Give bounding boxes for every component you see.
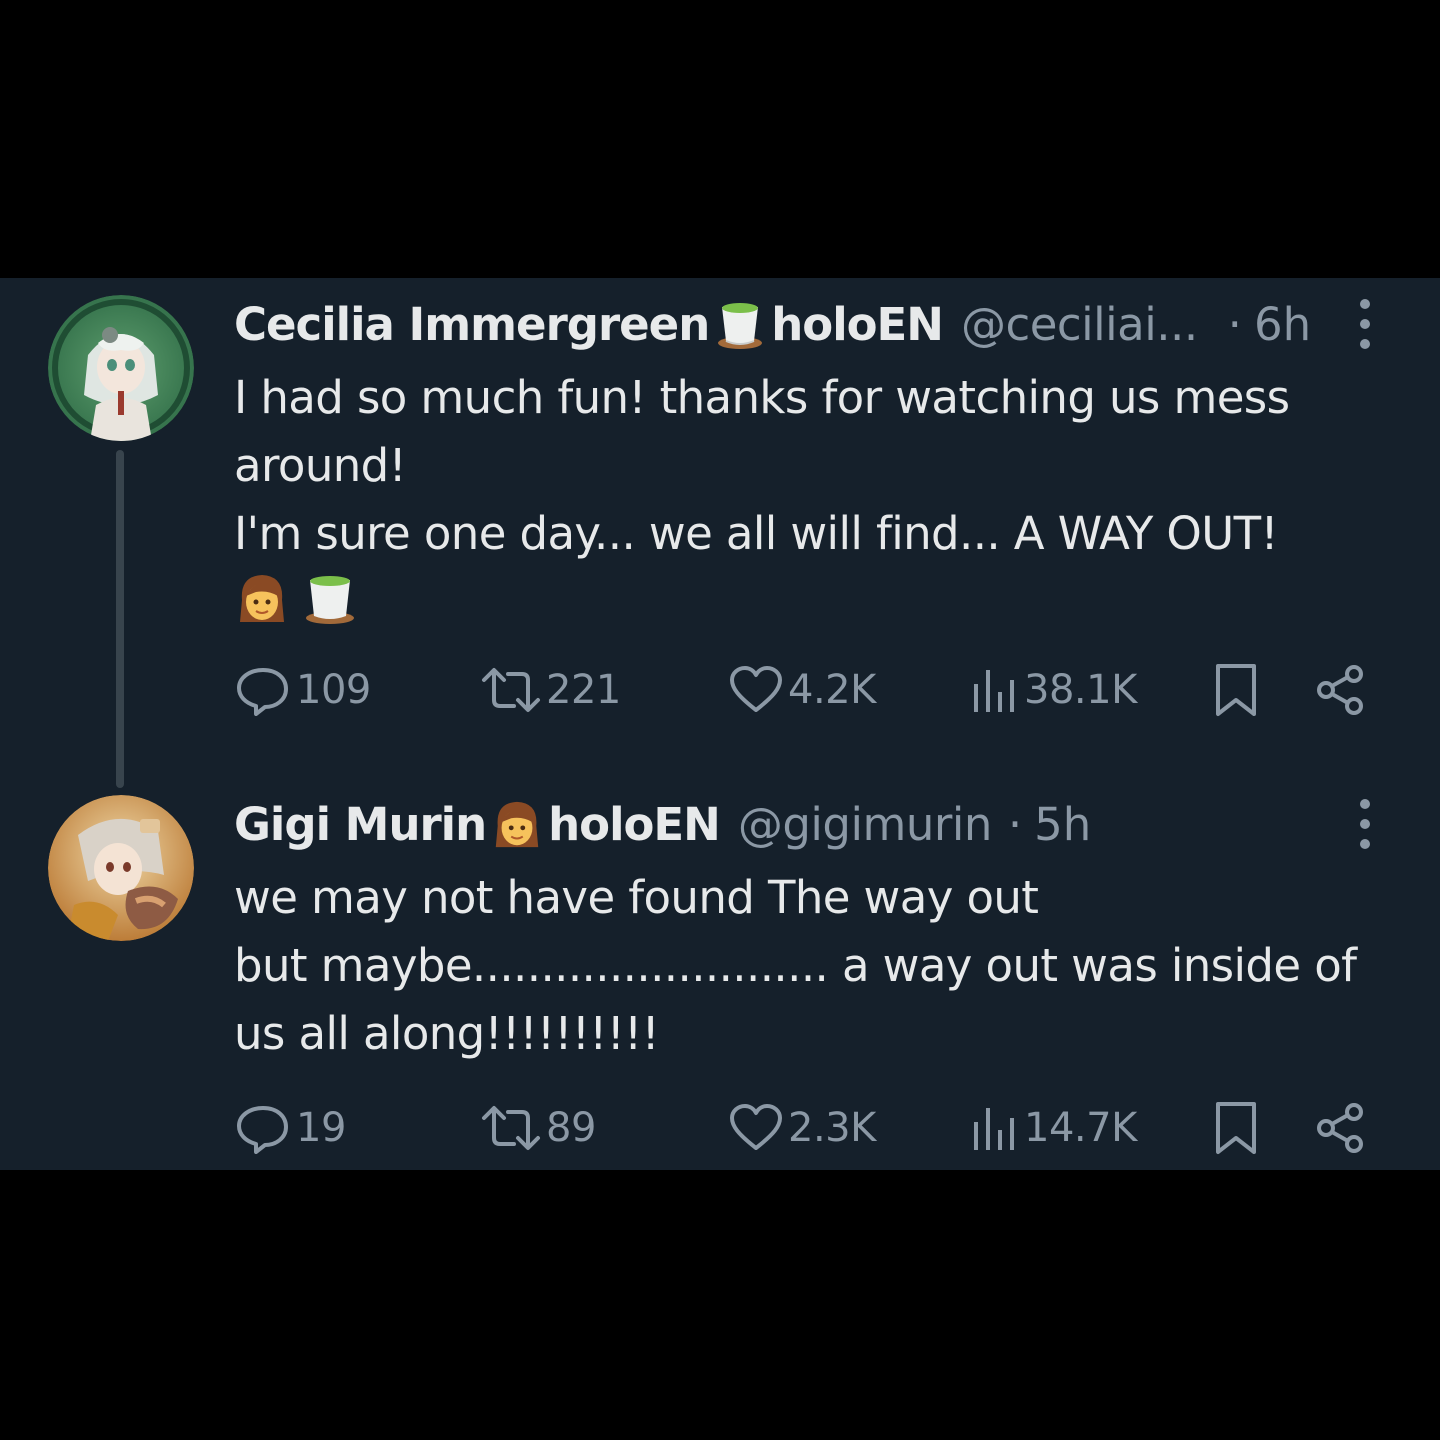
tweet-actions: 109 221 4.2K 38.1K: [234, 660, 1440, 720]
retweet-count: 89: [546, 1105, 596, 1151]
display-name-text: Cecilia Immergreen: [234, 297, 710, 351]
more-icon: [1360, 299, 1370, 349]
tea-cup-emoji: [718, 303, 763, 349]
tweet-text-line: us all along!!!!!!!!!!: [234, 1007, 660, 1060]
timestamp[interactable]: 6h: [1254, 298, 1311, 351]
more-button[interactable]: [1350, 798, 1380, 850]
girl-emoji: [495, 801, 539, 848]
like-button[interactable]: 2.3K: [728, 1098, 876, 1158]
thread-connector-line: [116, 450, 124, 788]
display-name[interactable]: Gigi Murin holoEN: [234, 797, 721, 851]
more-button[interactable]: [1350, 298, 1380, 350]
display-name-text: Gigi Murin: [234, 797, 487, 851]
avatar[interactable]: [48, 795, 194, 941]
girl-emoji: [240, 575, 284, 622]
tweet-text: I had so much fun! thanks for watching u…: [234, 364, 1380, 626]
share-icon: [1317, 665, 1363, 715]
bookmark-icon: [1216, 1102, 1256, 1154]
tweet-gigi[interactable]: Gigi Murin holoEN @gigimurin · 5h we may…: [0, 778, 1440, 1170]
bookmark-button[interactable]: [1212, 1098, 1260, 1158]
bookmark-icon: [1216, 664, 1256, 716]
display-name-suffix: holoEN: [548, 797, 721, 851]
conversation-thread: Cecilia Immergreen holoEN @ceciliai... ·…: [0, 278, 1440, 1170]
views-count: 38.1K: [1024, 667, 1137, 713]
retweet-button[interactable]: 89: [480, 1098, 596, 1158]
tweet-cecilia[interactable]: Cecilia Immergreen holoEN @ceciliai... ·…: [0, 278, 1440, 788]
reply-count: 109: [296, 667, 371, 713]
avatar-image-gigi: [48, 795, 194, 941]
share-icon: [1317, 1103, 1363, 1153]
more-icon: [1360, 799, 1370, 849]
timestamp[interactable]: 5h: [1034, 798, 1091, 851]
reply-icon: [237, 1106, 288, 1154]
like-count: 2.3K: [788, 1105, 876, 1151]
retweet-icon: [482, 1106, 540, 1150]
display-name[interactable]: Cecilia Immergreen holoEN: [234, 297, 944, 351]
separator-dot: ·: [1227, 297, 1242, 351]
avatar-image-cecilia: [48, 295, 194, 441]
like-button[interactable]: 4.2K: [728, 660, 876, 720]
tweet-header: Gigi Murin holoEN @gigimurin · 5h: [234, 796, 1400, 852]
share-button[interactable]: [1314, 1098, 1366, 1158]
tweet-text-line: I'm sure one day... we all will find... …: [234, 507, 1279, 560]
user-handle[interactable]: @gigimurin: [738, 798, 993, 851]
tweet-header: Cecilia Immergreen holoEN @ceciliai... ·…: [234, 296, 1400, 352]
tea-cup-emoji: [306, 576, 354, 624]
avatar[interactable]: [48, 295, 194, 441]
share-button[interactable]: [1314, 660, 1366, 720]
reply-icon: [237, 668, 288, 716]
tweet-text-line: I had so much fun! thanks for watching u…: [234, 371, 1290, 424]
like-icon: [730, 666, 782, 712]
views-button[interactable]: 14.7K: [968, 1098, 1137, 1158]
separator-dot: ·: [1007, 797, 1023, 851]
views-count: 14.7K: [1024, 1105, 1137, 1151]
like-count: 4.2K: [788, 667, 876, 713]
tweet-text: we may not have found The way out but ma…: [234, 864, 1380, 1068]
like-icon: [730, 1104, 782, 1150]
tweet-text-line: around!: [234, 439, 407, 492]
display-name-suffix: holoEN: [771, 297, 944, 351]
tweet-text-line: we may not have found The way out: [234, 871, 1039, 924]
bookmark-button[interactable]: [1212, 660, 1260, 720]
retweet-count: 221: [546, 667, 621, 713]
retweet-icon: [482, 668, 540, 712]
emoji-line: [234, 570, 1380, 626]
tweet-actions: 19 89 2.3K 14.7K: [234, 1098, 1440, 1158]
views-button[interactable]: 38.1K: [968, 660, 1137, 720]
retweet-button[interactable]: 221: [480, 660, 621, 720]
reply-button[interactable]: 19: [234, 1098, 346, 1158]
user-handle[interactable]: @ceciliai...: [961, 298, 1198, 351]
views-icon: [974, 670, 1014, 712]
tweet-text-line: but maybe.......................... a wa…: [234, 939, 1357, 992]
reply-count: 19: [296, 1105, 346, 1151]
reply-button[interactable]: 109: [234, 660, 371, 720]
views-icon: [974, 1108, 1014, 1150]
